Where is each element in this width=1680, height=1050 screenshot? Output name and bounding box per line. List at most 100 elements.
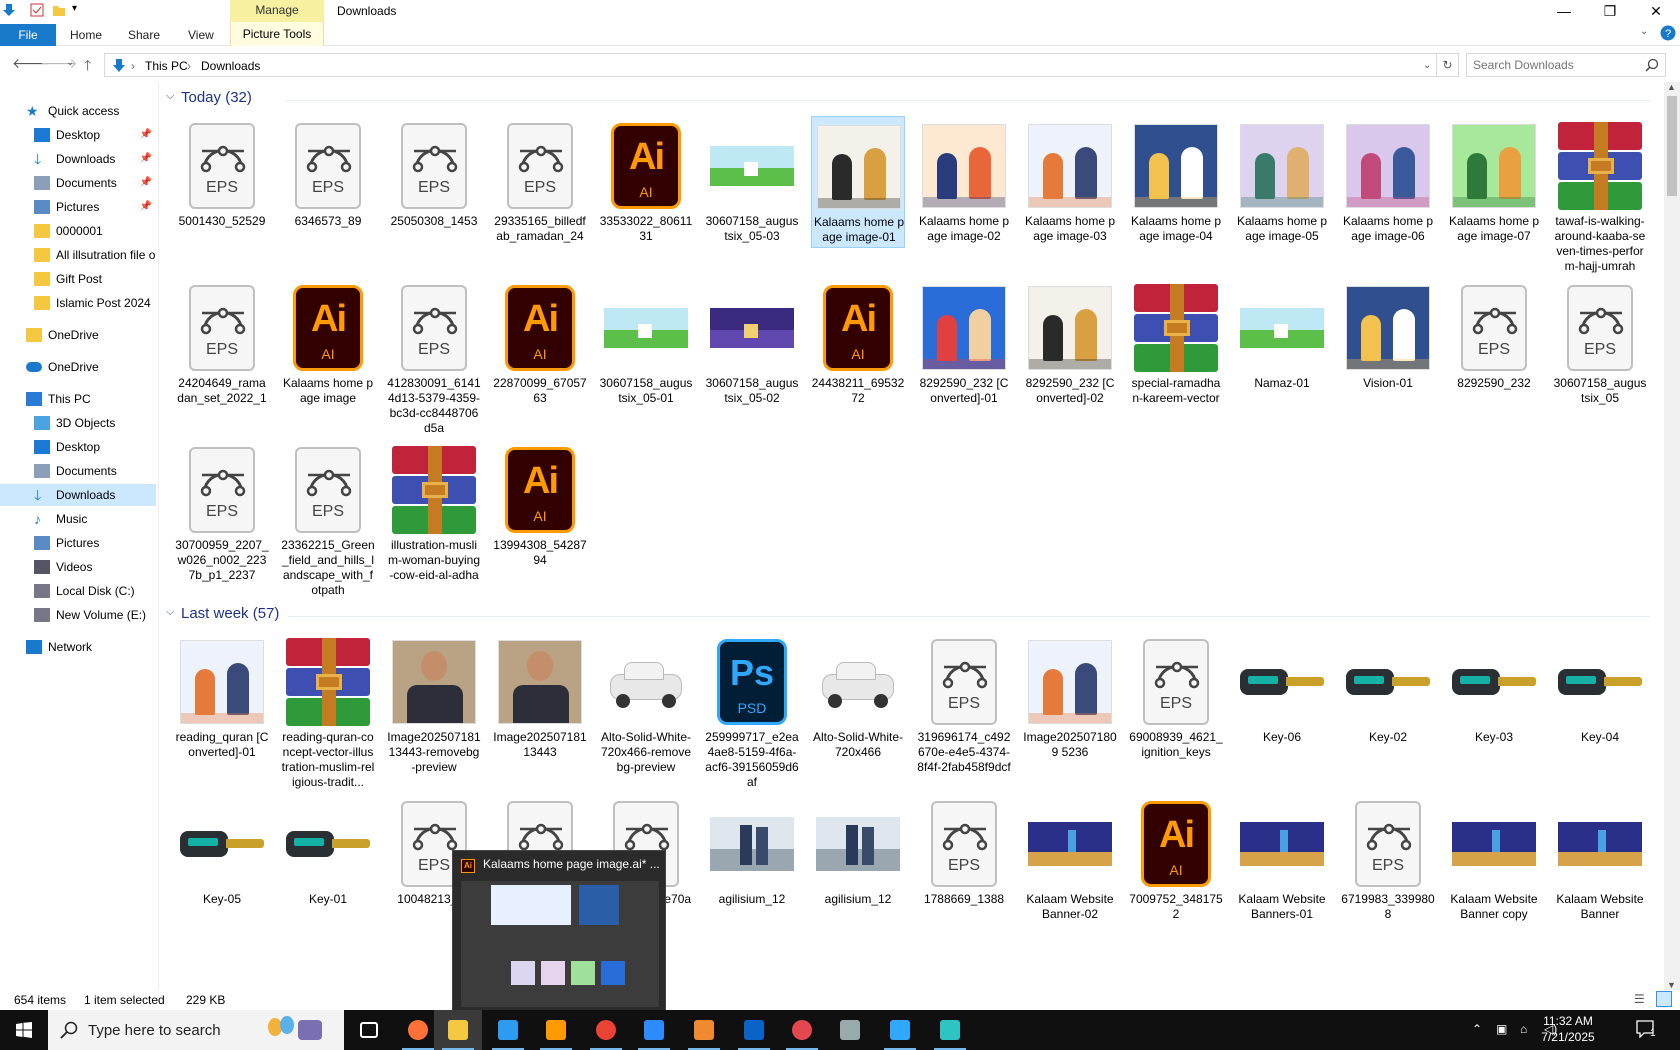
file-tile[interactable]: Ps PSD 259999717_e2ea4ae8-5159-4f6a-acf6-3… — [705, 632, 799, 790]
properties-icon[interactable] — [30, 3, 44, 17]
file-tile[interactable]: Key-02 — [1341, 632, 1435, 790]
taskbar-app-button[interactable] — [826, 1010, 874, 1050]
scroll-down-icon[interactable]: ▼ — [1667, 980, 1676, 990]
file-tile[interactable]: Kalaams home page image-07 — [1447, 116, 1541, 274]
nav-item[interactable]: OneDrive — [0, 324, 156, 346]
file-tile[interactable]: tawaf-is-walking-around-kaaba-seven-time… — [1553, 116, 1647, 274]
refresh-icon[interactable]: ↻ — [1437, 53, 1459, 77]
file-tile[interactable]: Kalaams home page image-06 — [1341, 116, 1435, 274]
file-tile[interactable]: EPS 319696174_c492670e-e4e5-4374-8f4f-2fa… — [917, 632, 1011, 790]
recent-locations-icon[interactable]: ⌄ — [66, 57, 74, 68]
taskbar-app-button[interactable] — [680, 1010, 728, 1050]
breadcrumb-this-pc[interactable]: This PC — [145, 59, 188, 73]
file-tile[interactable]: EPS 6719983_3399808 — [1341, 794, 1435, 952]
file-tile[interactable]: Kalaam Website Banners-01 — [1235, 794, 1329, 952]
address-bar[interactable]: › This PC › Downloads ⌄ — [104, 53, 1437, 77]
tray-overflow-icon[interactable]: ⌃ — [1472, 1022, 1482, 1036]
file-tile[interactable]: EPS 69008939_4621_ignition_keys — [1129, 632, 1223, 790]
file-tile[interactable]: Key-01 — [281, 794, 375, 952]
file-tile[interactable]: Ai AI 13994308_5428794 — [493, 440, 587, 598]
file-tile[interactable]: Vision-01 — [1341, 278, 1435, 436]
up-arrow-icon[interactable]: 🡑 — [84, 55, 91, 79]
file-tile[interactable]: EPS 24204649_ramadan_set_2022_1 — [175, 278, 269, 436]
scrollbar-thumb[interactable] — [1667, 96, 1677, 196]
file-tile[interactable]: Image2025071809 5236 — [1023, 632, 1117, 790]
file-tile[interactable]: agilisium_12 — [705, 794, 799, 952]
details-view-icon[interactable]: ☰ — [1634, 992, 1645, 1006]
notification-center-button[interactable]: 1 — [1636, 1020, 1664, 1042]
file-tile[interactable]: special-ramadhan-kareem-vector — [1129, 278, 1223, 436]
search-input[interactable] — [1473, 57, 1643, 73]
file-tile[interactable]: EPS 412830091_61414d13-5379-4359-bc3d-cc8… — [387, 278, 481, 436]
file-tile[interactable]: Ai AI 24438211_6953272 — [811, 278, 905, 436]
file-tile[interactable]: 30607158_augustsix_05-01 — [599, 278, 693, 436]
taskbar-app-button[interactable] — [434, 1010, 482, 1050]
preview-thumbnail[interactable] — [461, 881, 659, 1007]
file-tile[interactable]: Kalaams home page image-04 — [1129, 116, 1223, 274]
taskbar-app-button[interactable] — [778, 1010, 826, 1050]
nav-item[interactable]: OneDrive — [0, 356, 156, 378]
breadcrumb-downloads[interactable]: Downloads — [201, 59, 260, 73]
file-tile[interactable]: Key-06 — [1235, 632, 1329, 790]
file-tile[interactable]: Kalaam Website Banner copy — [1447, 794, 1541, 952]
scroll-up-icon[interactable]: ▲ — [1667, 82, 1676, 92]
qat-customize-icon[interactable]: ▾ — [72, 3, 86, 17]
file-tile[interactable]: reading-quran-concept-vector-illustratio… — [281, 632, 375, 790]
file-tile[interactable]: Kalaams home page image-03 — [1023, 116, 1117, 274]
tab-share[interactable]: Share — [128, 28, 160, 42]
ribbon-expand-icon[interactable]: ⌄ — [1640, 26, 1648, 37]
nav-item[interactable]: All illsutration file o — [0, 244, 156, 266]
file-tile[interactable]: EPS 1788669_1388 — [917, 794, 1011, 952]
taskbar-app-button[interactable] — [346, 1010, 394, 1050]
nav-item[interactable]: Documents 📌 — [0, 172, 156, 194]
file-tile[interactable]: EPS 23362215_Green_field_and_hills_landsc… — [281, 440, 375, 598]
file-tile[interactable]: Ai AI 22870099_6705763 — [493, 278, 587, 436]
collapse-chevron-icon[interactable]: ⌵ — [166, 90, 174, 103]
taskbar-app-button[interactable] — [484, 1010, 532, 1050]
file-tile[interactable]: reading_quran [Converted]-01 — [175, 632, 269, 790]
taskbar-search[interactable]: Type here to search — [48, 1010, 344, 1050]
file-tile[interactable]: 8292590_232 [Converted]-02 — [1023, 278, 1117, 436]
nav-item[interactable]: This PC — [0, 388, 156, 410]
tray-app-icon[interactable]: ▣ — [1496, 1022, 1507, 1036]
file-tile[interactable]: Kalaams home page image-05 — [1235, 116, 1329, 274]
nav-item[interactable]: Desktop 📌 — [0, 124, 156, 146]
clock[interactable]: 11:32 AM 7/21/2025 — [1528, 1013, 1608, 1045]
nav-item[interactable]: Local Disk (C:) — [0, 580, 156, 602]
file-tile[interactable]: Alto-Solid-White-720x466 — [811, 632, 905, 790]
taskbar-app-button[interactable] — [582, 1010, 630, 1050]
network-icon[interactable]: ⌂ — [1520, 1022, 1527, 1036]
taskbar-preview-popup[interactable]: Ai Kalaams home page image.ai* ... — [452, 850, 666, 1012]
file-tile[interactable]: Image20250718113443 — [493, 632, 587, 790]
file-tile[interactable]: Kalaams home page image-01 — [811, 116, 905, 248]
nav-item[interactable]: Network — [0, 636, 156, 658]
nav-item[interactable]: 0000001 — [0, 220, 156, 242]
nav-item[interactable]: ★ Quick access — [0, 100, 156, 122]
file-tile[interactable]: agilisium_12 — [811, 794, 905, 952]
file-tile[interactable]: Image20250718113443-removebg-preview — [387, 632, 481, 790]
tab-home[interactable]: Home — [70, 28, 102, 42]
nav-item[interactable]: 🡓 Downloads 📌 — [0, 148, 156, 170]
large-icons-view-icon[interactable] — [1656, 991, 1672, 1007]
maximize-button[interactable]: ❐ — [1587, 0, 1633, 22]
tab-file[interactable]: File — [0, 24, 56, 46]
file-tile[interactable]: EPS 25050308_1453 — [387, 116, 481, 274]
file-tile[interactable]: Key-03 — [1447, 632, 1541, 790]
download-arrow-icon[interactable] — [2, 3, 16, 17]
close-button[interactable]: ✕ — [1633, 0, 1679, 22]
file-tile[interactable]: Ai AI 7009752_3481752 — [1129, 794, 1223, 952]
group-header-last-week[interactable]: ⌵ Last week (57) — [166, 604, 1650, 626]
new-folder-icon[interactable] — [52, 3, 66, 17]
nav-item[interactable]: Desktop — [0, 436, 156, 458]
taskbar-app-button[interactable] — [532, 1010, 580, 1050]
nav-item[interactable]: 🡓 Downloads — [0, 484, 156, 506]
address-dropdown-icon[interactable]: ⌄ — [1423, 60, 1431, 71]
file-tile[interactable]: 30607158_augustsix_05-03 — [705, 116, 799, 274]
nav-item[interactable]: Gift Post — [0, 268, 156, 290]
file-tile[interactable]: 30607158_augustsix_05-02 — [705, 278, 799, 436]
file-tile[interactable]: Kalaam Website Banner-02 — [1023, 794, 1117, 952]
group-header-today[interactable]: ⌵ Today (32) — [166, 88, 1650, 110]
nav-item[interactable]: Videos — [0, 556, 156, 578]
collapse-chevron-icon[interactable]: ⌵ — [166, 606, 174, 619]
nav-item[interactable]: 3D Objects — [0, 412, 156, 434]
